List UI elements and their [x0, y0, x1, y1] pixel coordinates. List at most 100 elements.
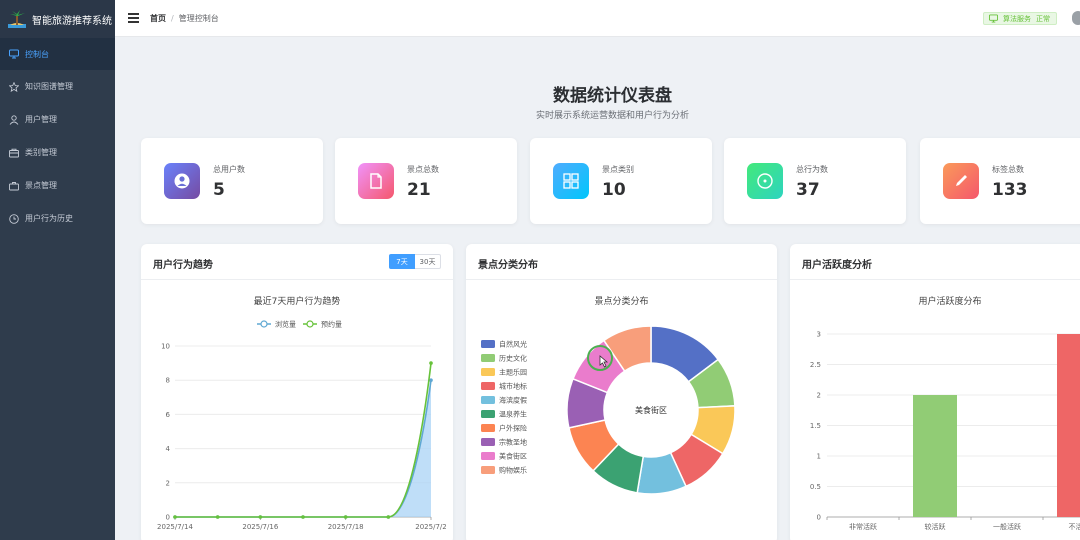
stat-label: 景点类别	[602, 165, 634, 174]
main-content: 数据统计仪表盘 实时展示系统运营数据和用户行为分析 总用户数 5 景点总数 21…	[115, 37, 1080, 540]
legend-swatch	[481, 438, 495, 446]
suitcase-icon	[9, 181, 19, 191]
y-tick-label: 8	[166, 377, 170, 385]
user-icon	[9, 114, 19, 125]
sidebar-item-label: 控制台	[25, 49, 49, 59]
app-title: 智能旅游推荐系统	[32, 15, 112, 27]
data-point	[173, 515, 177, 519]
y-tick-label: 1	[817, 453, 821, 461]
stat-value: 10	[602, 180, 626, 200]
y-tick-label: 6	[166, 411, 171, 419]
stat-card-total-behaviors: 总行为数 37	[724, 138, 906, 224]
sidebar-item-categories[interactable]: 类别管理	[0, 136, 115, 169]
legend-label: 城市地标	[499, 382, 527, 391]
user-circle-icon	[164, 163, 200, 199]
y-tick-label: 3	[817, 331, 821, 339]
series-line	[175, 363, 432, 518]
folder-icon	[9, 148, 19, 158]
data-point	[343, 515, 348, 519]
status-value: 正常	[1036, 14, 1050, 23]
legend-swatch	[481, 452, 495, 460]
x-tick-label: 较活跃	[925, 522, 946, 531]
legend-label: 历史文化	[499, 354, 527, 363]
monitor-icon	[989, 14, 998, 23]
sidebar-item-knowledge-graph[interactable]: 知识图谱管理	[0, 70, 115, 103]
y-tick-label: 2	[817, 392, 821, 400]
stat-card-total-users: 总用户数 5	[141, 138, 323, 224]
stat-card-total-attractions: 景点总数 21	[335, 138, 517, 224]
legend-label: 购物娱乐	[499, 466, 527, 475]
legend-swatch	[481, 396, 495, 404]
stat-card-total-tags: 标签总数 133	[920, 138, 1080, 224]
legend-label: 宗教圣地	[499, 438, 527, 447]
x-tick-label: 2025/7/18	[328, 523, 364, 531]
breadcrumb-current: 管理控制台	[178, 13, 219, 23]
y-tick-label: 0	[166, 514, 170, 522]
grid-icon	[553, 163, 589, 199]
sidebar-item-label: 知识图谱管理	[25, 82, 73, 91]
trend-line-chart: 0 2 4 6 8 10 2025/7/14 2025/7/16 2025/7/18 2025/7…	[157, 320, 447, 532]
breadcrumb-separator: /	[171, 13, 174, 23]
data-point	[215, 515, 220, 519]
data-point	[429, 361, 433, 365]
stat-label: 总行为数	[796, 165, 828, 174]
pen-icon	[943, 163, 979, 199]
legend-swatch	[481, 466, 495, 474]
legend-label: 美食街区	[499, 452, 527, 461]
legend-swatch	[481, 382, 495, 390]
sidebar-item-label: 景点管理	[25, 181, 57, 190]
legend-swatch	[481, 368, 495, 376]
y-tick-label: 0	[817, 514, 821, 522]
sidebar: 智能旅游推荐系统 控制台 知识图谱管理 用户管理 类别管理 景点管理 用户行为历…	[0, 0, 115, 540]
breadcrumb: 首页 / 管理控制台	[150, 13, 219, 24]
hamburger-menu-icon[interactable]	[128, 13, 139, 23]
legend-label: 户外探险	[499, 424, 527, 433]
sidebar-item-behavior-history[interactable]: 用户行为历史	[0, 202, 115, 235]
clock-icon	[9, 213, 19, 224]
sidebar-item-attractions[interactable]: 景点管理	[0, 169, 115, 202]
sidebar-item-dashboard[interactable]: 控制台	[0, 38, 115, 70]
legend-swatch	[481, 340, 495, 348]
y-tick-label: 1.5	[810, 422, 821, 430]
legend-swatch	[481, 424, 495, 432]
x-tick-label: 2025/7/16	[242, 523, 278, 531]
legend-label: 预约量	[321, 320, 342, 329]
sidebar-nav: 控制台 知识图谱管理 用户管理 类别管理 景点管理 用户行为历史	[0, 38, 115, 235]
legend-label: 自然风光	[499, 340, 527, 349]
legend-marker	[260, 320, 268, 328]
data-point	[258, 515, 263, 519]
avatar[interactable]	[1072, 11, 1080, 25]
sidebar-item-users[interactable]: 用户管理	[0, 103, 115, 136]
legend-swatch	[481, 410, 495, 418]
y-tick-label: 0.5	[810, 483, 821, 491]
x-tick-label: 不活跃	[1069, 522, 1080, 531]
legend-label: 浏览量	[275, 320, 296, 329]
attraction-category-panel: 景点分类分布 景点分类分布 美食街区 自然风光 历史文化 主题乐园 城市地标 海滨度假 温泉…	[466, 244, 777, 540]
bar	[1057, 334, 1080, 517]
breadcrumb-home-link[interactable]: 首页	[150, 13, 166, 24]
y-tick-label: 4	[166, 445, 171, 453]
legend-label: 海滨度假	[499, 396, 527, 405]
data-point	[386, 515, 391, 519]
page-title: 数据统计仪表盘	[553, 86, 672, 106]
document-icon	[358, 163, 394, 199]
stat-card-attraction-categories: 景点类别 10	[530, 138, 712, 224]
sidebar-item-label: 用户行为历史	[25, 214, 73, 223]
status-label: 算法服务	[1003, 14, 1031, 23]
algorithm-service-status-badge: 算法服务 正常	[983, 12, 1057, 25]
y-tick-label: 2	[166, 479, 170, 487]
stat-label: 景点总数	[407, 165, 439, 174]
stat-value: 21	[407, 180, 431, 200]
legend-label: 主题乐园	[499, 368, 527, 377]
activity-bar-chart: 0 0.5 1 1.5 2 2.5 3 非常活跃 较活跃 一般活跃 不活跃	[810, 331, 1080, 531]
sidebar-item-label: 类别管理	[25, 148, 57, 157]
stat-label: 标签总数	[992, 165, 1024, 174]
page-subtitle: 实时展示系统运营数据和用户行为分析	[535, 111, 689, 121]
target-icon	[747, 163, 783, 199]
y-tick-label: 2.5	[810, 361, 821, 369]
x-tick-label: 一般活跃	[993, 522, 1021, 531]
donut-center-label: 美食街区	[635, 405, 667, 415]
user-activity-panel: 用户活跃度分析 用户活跃度分布 0 0.5 1 1.5 2 2.5 3 非常活跃 较活跃 一般活跃…	[790, 244, 1080, 540]
stat-value: 5	[213, 180, 225, 200]
category-donut-chart: 美食街区自然风光历史文化主题乐园城市地标海滨度假温泉养生户外探险宗教圣地美食街区…	[481, 325, 736, 495]
